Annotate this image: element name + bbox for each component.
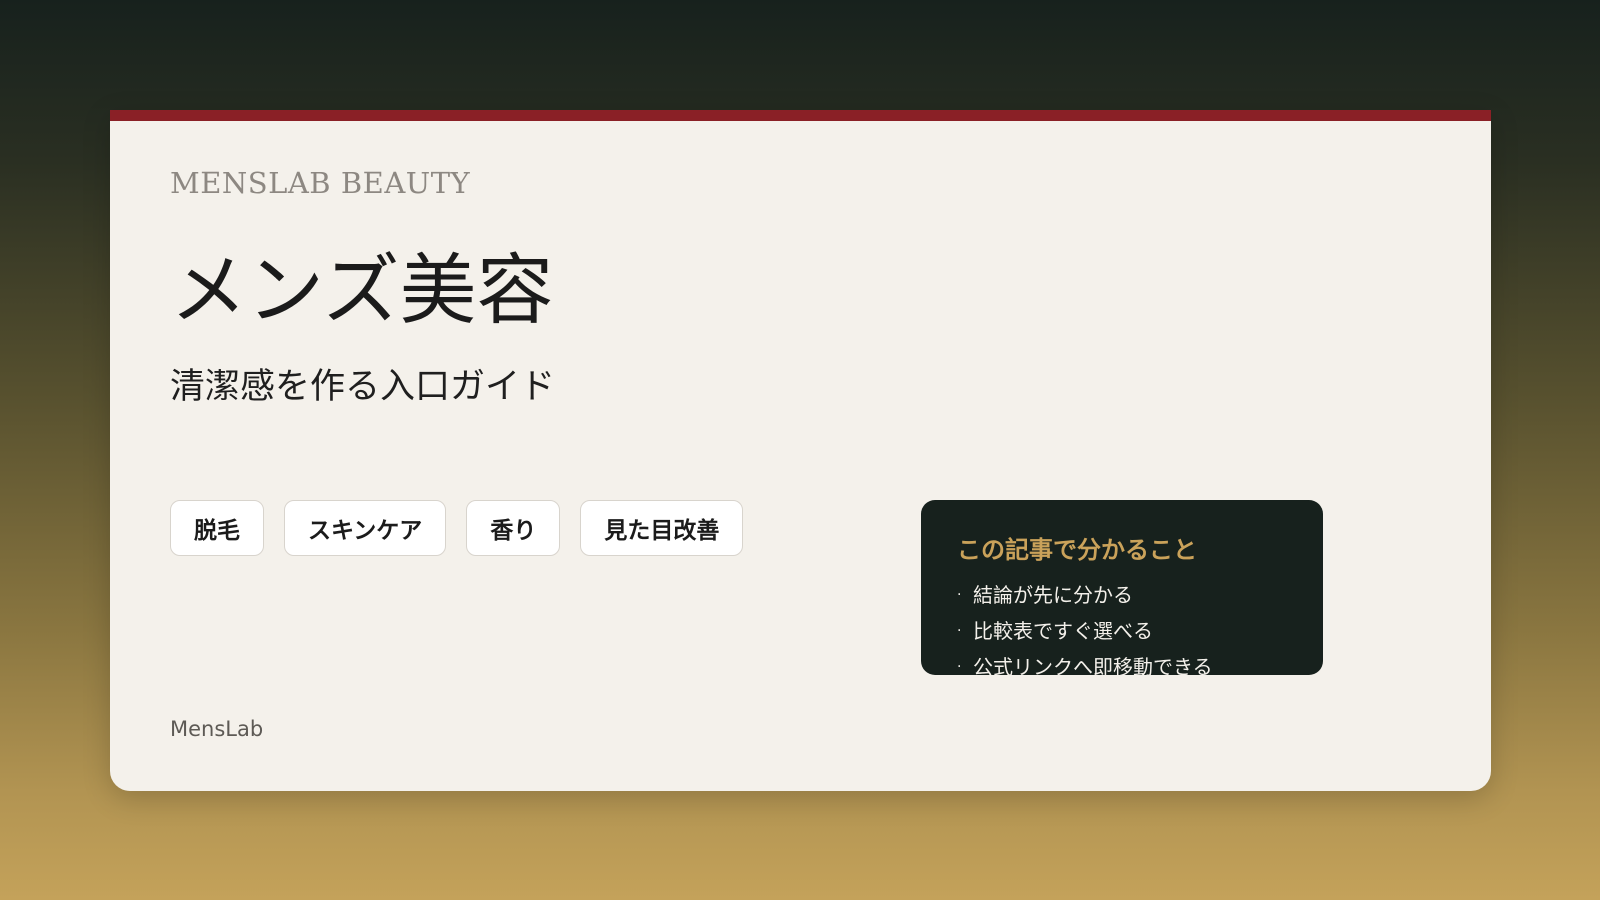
accent-bar: [110, 110, 1491, 121]
summary-item-text: 結論が先に分かる: [973, 583, 1133, 607]
bullet-icon: ·: [957, 659, 962, 675]
brand-label: MENSLAB BEAUTY: [170, 166, 471, 200]
summary-title: この記事で分かること: [957, 536, 1197, 564]
tag-skincare[interactable]: スキンケア: [284, 500, 447, 556]
footer-brand: MensLab: [170, 717, 264, 741]
summary-item: · 結論が先に分かる: [957, 577, 1287, 613]
summary-item: · 公式リンクへ即移動できる: [957, 649, 1287, 675]
bullet-icon: ·: [957, 587, 962, 603]
hero-card: MENSLAB BEAUTY メンズ美容 清潔感を作る入口ガイド 脱毛 スキンケ…: [110, 110, 1491, 791]
page-subtitle: 清潔感を作る入口ガイド: [170, 367, 556, 407]
bullet-icon: ·: [957, 623, 962, 639]
summary-item: · 比較表ですぐ選べる: [957, 613, 1287, 649]
summary-list: · 結論が先に分かる · 比較表ですぐ選べる · 公式リンクへ即移動できる: [957, 577, 1287, 675]
summary-item-text: 比較表ですぐ選べる: [973, 619, 1153, 643]
tag-fragrance[interactable]: 香り: [466, 500, 561, 556]
page-title: メンズ美容: [170, 247, 554, 336]
tag-list: 脱毛 スキンケア 香り 見た目改善: [170, 500, 744, 556]
tag-hair-removal[interactable]: 脱毛: [170, 500, 264, 556]
tag-appearance[interactable]: 見た目改善: [580, 500, 744, 556]
summary-box: この記事で分かること · 結論が先に分かる · 比較表ですぐ選べる · 公式リンクへ即…: [921, 500, 1323, 675]
summary-item-text: 公式リンクへ即移動できる: [973, 655, 1213, 675]
